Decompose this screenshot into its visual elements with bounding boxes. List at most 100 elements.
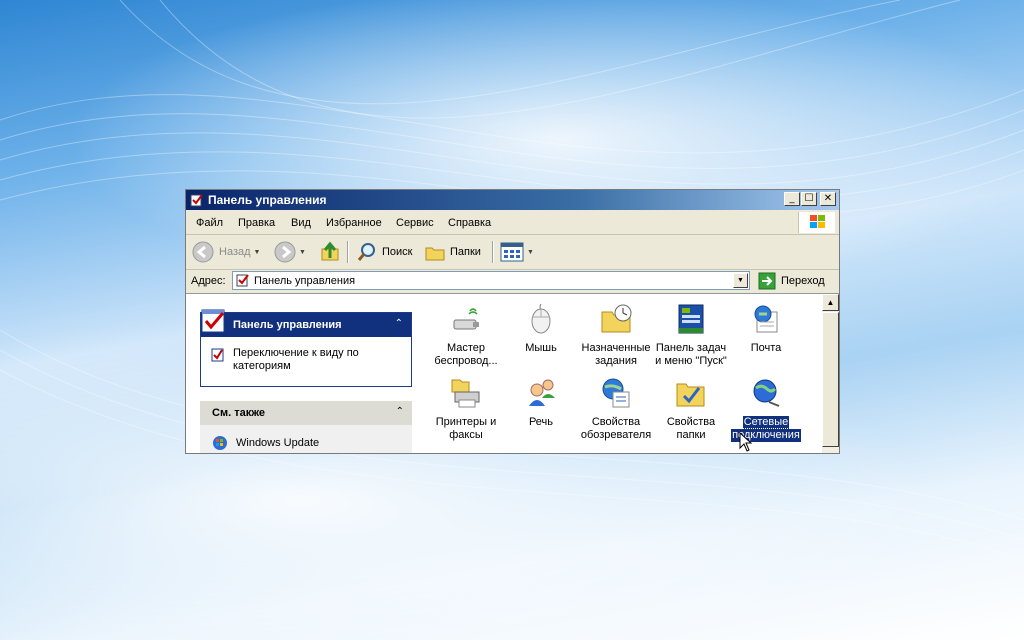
collapse-chevron-icon[interactable]: ⌃ (395, 318, 403, 329)
cp-item-taskbar-start-menu[interactable]: Панель задач и меню "Пуск" (652, 302, 730, 368)
folders-label: Папки (450, 246, 481, 258)
network-connections-icon (753, 379, 780, 407)
forward-dropdown-icon[interactable]: ▼ (299, 249, 306, 256)
cp-item-mouse[interactable]: Мышь (502, 302, 580, 355)
control-panel-section-title: Панель управления (233, 319, 342, 331)
windows-update-icon (213, 436, 227, 450)
back-label: Назад (219, 246, 251, 258)
see-also-title: См. также (212, 407, 265, 419)
control-panel-icon (236, 274, 249, 287)
control-panel-icon (190, 194, 203, 207)
mouse-icon (531, 303, 551, 334)
address-input[interactable]: Панель управления ▼ (232, 271, 750, 290)
back-button[interactable]: Назад ▼ (192, 240, 260, 264)
minimize-button[interactable]: _ (784, 192, 800, 206)
wireless-wizard-icon (453, 308, 479, 330)
switch-link-label: Переключение к виду по категориям (233, 347, 359, 372)
control-panel-icon (201, 309, 225, 333)
item-label-line1: Свойства (666, 416, 716, 428)
mail-icon (754, 305, 778, 333)
windows-logo-icon (798, 212, 835, 233)
control-panel-window: Панель управления _ ☐ ✕ Файл Правка Вид … (185, 189, 840, 454)
scheduled-tasks-icon (601, 304, 632, 333)
go-button[interactable]: Переход (758, 271, 825, 291)
up-button[interactable] (319, 240, 341, 264)
toolbar-separator (347, 241, 349, 263)
folder-options-icon (676, 383, 705, 407)
see-also-section: См. также ⌃ Windows Update (200, 401, 412, 453)
collapse-chevron-icon[interactable]: ⌃ (396, 406, 404, 417)
cp-item-scheduled-tasks[interactable]: Назначенные задания (577, 302, 655, 368)
item-label-line1: Назначенные (581, 342, 651, 354)
vertical-scrollbar[interactable]: ▲ (822, 294, 839, 453)
address-dropdown-button[interactable]: ▼ (733, 273, 748, 288)
mouse-cursor-icon (739, 432, 753, 452)
cp-item-printers-faxes[interactable]: Принтеры и факсы (427, 376, 505, 442)
menu-edit[interactable]: Правка (238, 217, 275, 229)
task-pane: Панель управления ⌃ Переключение к виду … (186, 294, 418, 453)
item-label-line1: Мастер (446, 342, 486, 354)
address-bar: Адрес: Панель управления ▼ Переход (186, 270, 839, 292)
cp-item-wireless-wizard[interactable]: Мастер беспровод... (427, 302, 505, 368)
windows-update-link[interactable]: Windows Update (212, 435, 319, 451)
control-panel-icon (211, 348, 224, 362)
switch-to-category-view-link[interactable]: Переключение к виду по категориям (211, 347, 383, 373)
scroll-thumb[interactable] (822, 312, 839, 447)
search-label: Поиск (382, 246, 413, 258)
item-label-line1: Сетевые (741, 415, 791, 430)
item-label-line2: факсы (449, 429, 483, 441)
item-label-line1: Свойства (591, 416, 641, 428)
title-bar[interactable]: Панель управления _ ☐ ✕ (186, 190, 839, 210)
item-label-line1: Речь (528, 416, 554, 428)
item-label-line2: беспровод... (434, 355, 498, 367)
cp-item-internet-options[interactable]: Свойства обозревателя (577, 376, 655, 442)
views-icon (500, 242, 524, 262)
speech-icon (529, 379, 555, 406)
back-dropdown-icon[interactable]: ▼ (254, 249, 261, 256)
menu-help[interactable]: Справка (448, 217, 491, 229)
menu-file[interactable]: Файл (196, 217, 223, 229)
toolbar-separator (492, 241, 494, 263)
menu-view[interactable]: Вид (291, 217, 311, 229)
forward-arrow-icon (274, 241, 296, 263)
item-label-line1: Мышь (525, 342, 557, 354)
item-label-line1: Панель задач (655, 342, 727, 354)
windows-update-label: Windows Update (236, 437, 320, 449)
search-icon (357, 243, 375, 261)
address-label: Адрес: (191, 275, 226, 287)
content-area: Панель управления ⌃ Переключение к виду … (186, 293, 839, 453)
toolbar: Назад ▼ ▼ Поиск Папки ▼ (186, 235, 839, 270)
item-label-line2: и меню "Пуск" (655, 355, 727, 367)
menu-favorites[interactable]: Избранное (326, 217, 382, 229)
cp-item-mail[interactable]: Почта (727, 302, 805, 355)
menu-bar: Файл Правка Вид Избранное Сервис Справка (186, 211, 839, 235)
taskbar-icon (678, 304, 704, 334)
back-arrow-icon (192, 241, 214, 263)
folders-icon (425, 247, 445, 261)
folders-button[interactable]: Папки (424, 240, 481, 264)
maximize-button[interactable]: ☐ (801, 192, 817, 206)
views-dropdown-icon[interactable]: ▼ (527, 249, 534, 256)
go-arrow-icon (758, 272, 776, 290)
item-label-line2: обозревателя (580, 429, 652, 441)
forward-button[interactable]: ▼ (274, 240, 306, 264)
close-button[interactable]: ✕ (820, 192, 836, 206)
control-panel-section: Панель управления ⌃ Переключение к виду … (200, 309, 412, 387)
search-button[interactable]: Поиск (356, 240, 412, 264)
folder-up-icon (321, 241, 339, 261)
cp-item-folder-options[interactable]: Свойства папки (652, 376, 730, 442)
go-label: Переход (781, 275, 825, 287)
item-label-line1: Почта (750, 342, 782, 354)
item-label-line1: Принтеры и (435, 416, 497, 428)
printer-icon (451, 379, 480, 408)
see-also-section-header[interactable]: См. также ⌃ (200, 401, 412, 425)
menu-tools[interactable]: Сервис (396, 217, 434, 229)
views-button[interactable]: ▼ (500, 240, 534, 264)
internet-options-icon (602, 378, 630, 408)
scroll-up-button[interactable]: ▲ (822, 294, 839, 311)
cp-item-speech[interactable]: Речь (502, 376, 580, 429)
item-label-line2: папки (676, 429, 706, 441)
control-panel-section-header[interactable]: Панель управления ⌃ (201, 309, 411, 337)
address-value: Панель управления (254, 275, 356, 287)
item-label-line2: задания (595, 355, 637, 367)
